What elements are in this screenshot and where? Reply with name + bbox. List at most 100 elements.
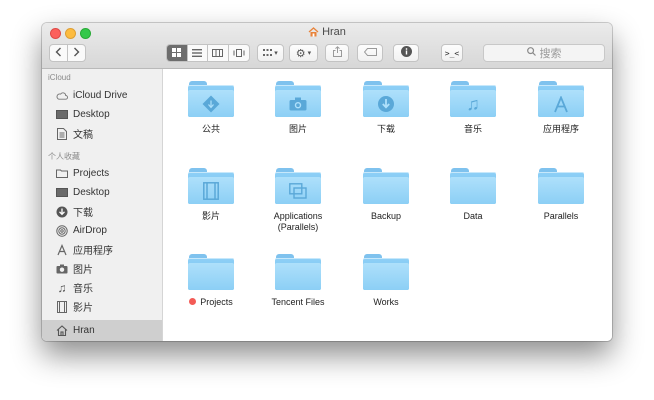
folder-item[interactable]: ♫ 音乐 bbox=[430, 81, 516, 135]
columns-icon bbox=[212, 45, 224, 61]
sidebar-item-icloud-drive[interactable]: iCloud Drive bbox=[42, 86, 162, 105]
search-placeholder: 搜索 bbox=[539, 48, 562, 60]
folder-icon bbox=[538, 81, 584, 117]
arrange-button[interactable]: ▾ bbox=[257, 44, 284, 62]
sidebar-item-desktop-icloud[interactable]: Desktop bbox=[42, 105, 162, 124]
sidebar-item-label: iCloud Drive bbox=[73, 90, 128, 101]
document-icon bbox=[56, 127, 68, 140]
cloud-icon bbox=[56, 90, 68, 102]
search-field[interactable]: 搜索 bbox=[483, 44, 605, 62]
folder-icon bbox=[275, 168, 321, 204]
folder-item[interactable]: Data bbox=[430, 168, 516, 222]
desktop-icon bbox=[56, 109, 68, 121]
file-name: 应用程序 bbox=[542, 124, 579, 134]
file-name: Applications (Parallels) bbox=[273, 211, 323, 232]
folder-icon bbox=[275, 254, 321, 290]
folder-icon bbox=[275, 81, 321, 117]
folder-item[interactable]: Backup bbox=[343, 168, 429, 222]
terminal-icon: >_< bbox=[444, 48, 460, 58]
camera-icon bbox=[275, 91, 321, 117]
music-icon: ♫ bbox=[57, 280, 67, 295]
file-name: Backup bbox=[370, 211, 402, 221]
window-title-text: Hran bbox=[322, 26, 346, 38]
arrange-grid-icon bbox=[263, 47, 273, 59]
icon-view-button[interactable] bbox=[167, 45, 188, 61]
download-icon bbox=[363, 91, 409, 117]
chevron-down-icon: ▾ bbox=[307, 50, 312, 57]
folder-item[interactable]: Parallels bbox=[518, 168, 604, 222]
folder-item[interactable]: 应用程序 bbox=[518, 81, 604, 135]
file-name: 音乐 bbox=[463, 124, 482, 134]
folder-icon bbox=[188, 81, 234, 117]
sidebar-section-header: iCloud bbox=[48, 73, 71, 82]
film-icon bbox=[188, 178, 234, 204]
file-name: Parallels bbox=[543, 211, 579, 221]
folder-icon bbox=[538, 168, 584, 204]
sidebar-item-applications[interactable]: 应用程序 bbox=[42, 240, 162, 259]
sidebar-item-downloads[interactable]: 下载 bbox=[42, 202, 162, 221]
folder-icon bbox=[363, 168, 409, 204]
info-icon bbox=[400, 46, 412, 60]
forward-button[interactable] bbox=[68, 45, 85, 61]
sidebar-item-movies[interactable]: 影片 bbox=[42, 297, 162, 316]
sidebar-item-label: 文稿 bbox=[73, 130, 93, 141]
list-icon bbox=[192, 45, 203, 61]
sidebar-item-label: Desktop bbox=[73, 187, 110, 198]
folder-item[interactable]: Projects bbox=[168, 254, 254, 308]
folder-item[interactable]: Tencent Files bbox=[255, 254, 341, 308]
back-button[interactable] bbox=[50, 45, 68, 61]
sidebar-item-label: Desktop bbox=[73, 109, 110, 120]
sidebar-item-documents[interactable]: 文稿 bbox=[42, 124, 162, 143]
share-button[interactable] bbox=[325, 44, 349, 62]
cover-flow-button[interactable] bbox=[229, 45, 249, 61]
sidebar-item-label: 下载 bbox=[73, 208, 93, 219]
cover-flow-icon bbox=[233, 45, 245, 61]
file-name: 影片 bbox=[201, 211, 220, 221]
chevron-down-icon: ▾ bbox=[274, 50, 278, 57]
file-name: 下载 bbox=[376, 124, 395, 134]
folder-item[interactable]: Works bbox=[343, 254, 429, 308]
file-name: Tencent Files bbox=[271, 297, 325, 307]
folder-item[interactable]: 公共 bbox=[168, 81, 254, 135]
get-info-button[interactable] bbox=[393, 44, 419, 62]
parallels-apps-icon bbox=[275, 178, 321, 204]
file-name: Projects bbox=[200, 297, 233, 307]
folder-icon bbox=[188, 168, 234, 204]
red-tag-dot bbox=[189, 298, 197, 305]
sidebar-item-label: 音乐 bbox=[73, 284, 93, 295]
list-view-button[interactable] bbox=[188, 45, 208, 61]
folder-item[interactable]: 影片 bbox=[168, 168, 254, 222]
folder-item[interactable]: 图片 bbox=[255, 81, 341, 135]
folder-item[interactable]: Applications (Parallels) bbox=[255, 168, 341, 233]
gear-icon: ⚙ bbox=[295, 47, 306, 60]
sidebar-item-desktop[interactable]: Desktop bbox=[42, 183, 162, 202]
column-view-button[interactable] bbox=[208, 45, 229, 61]
finder-window: Hran ▾ ⚙ ▾ >_< 搜索 iCloud iCloud Drive De… bbox=[42, 23, 612, 341]
search-icon bbox=[526, 47, 536, 59]
share-icon bbox=[332, 46, 342, 60]
desktop-icon bbox=[56, 187, 68, 199]
file-name: Data bbox=[463, 211, 483, 221]
applications-icon bbox=[56, 243, 68, 256]
folder-icon bbox=[363, 254, 409, 290]
action-button[interactable]: ⚙ ▾ bbox=[289, 44, 318, 62]
sidebar-item-airdrop[interactable]: AirDrop bbox=[42, 221, 162, 240]
sidebar-item-pictures[interactable]: 图片 bbox=[42, 259, 162, 278]
folder-item[interactable]: 下载 bbox=[343, 81, 429, 135]
sidebar-item-projects[interactable]: Projects bbox=[42, 164, 162, 183]
chevron-left-icon bbox=[55, 45, 62, 61]
file-name: 公共 bbox=[201, 124, 220, 134]
icon-grid-icon bbox=[172, 45, 182, 61]
sidebar-item-label: 应用程序 bbox=[73, 246, 113, 257]
file-name: Works bbox=[373, 297, 399, 307]
applications-icon bbox=[538, 91, 584, 117]
sidebar-item-label: 图片 bbox=[73, 265, 93, 276]
sidebar-section-header: 个人收藏 bbox=[48, 152, 80, 161]
sidebar-item-music[interactable]: ♫ 音乐 bbox=[42, 278, 162, 297]
terminal-button[interactable]: >_< bbox=[441, 44, 463, 62]
sidebar-item-home[interactable]: Hran bbox=[42, 320, 162, 341]
edit-tags-button[interactable] bbox=[357, 44, 383, 62]
sidebar-item-label: AirDrop bbox=[73, 225, 107, 236]
camera-icon bbox=[56, 263, 68, 275]
download-icon bbox=[56, 206, 68, 218]
